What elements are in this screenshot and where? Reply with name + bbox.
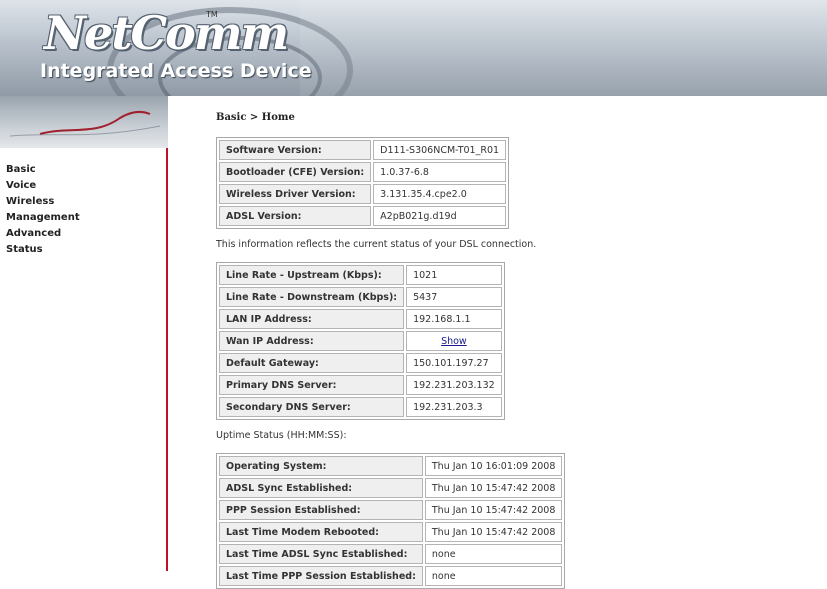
table-row: Line Rate - Upstream (Kbps): 1021: [219, 265, 502, 285]
primary-dns-label: Primary DNS Server:: [219, 375, 405, 395]
adsl-sync-label: ADSL Sync Established:: [219, 478, 423, 498]
table-row: Default Gateway: 150.101.197.27: [219, 353, 502, 373]
ppp-session-label: PPP Session Established:: [219, 500, 423, 520]
version-table: Software Version: D111-S306NCM-T01_R01 B…: [216, 137, 510, 229]
table-row: ADSL Sync Established: Thu Jan 10 15:47:…: [219, 478, 563, 498]
dsl-status-description: This information reflects the current st…: [216, 239, 537, 250]
os-uptime-value: Thu Jan 10 16:01:09 2008: [424, 456, 563, 476]
table-row: Last Time Modem Rebooted: Thu Jan 10 15:…: [219, 522, 563, 542]
sidebar-header-graphic: [0, 96, 168, 148]
table-row: Wireless Driver Version: 3.131.35.4.cpe2…: [219, 184, 507, 204]
wan-ip-value-cell: Show: [406, 331, 502, 351]
adsl-sync-value: Thu Jan 10 15:47:42 2008: [424, 478, 563, 498]
product-subtitle: Integrated Access Device: [40, 60, 312, 82]
main-content: Basic > Home Software Version: D111-S306…: [216, 112, 816, 589]
netcomm-logo: NetComm: [44, 6, 289, 60]
secondary-dns-label: Secondary DNS Server:: [219, 397, 405, 417]
downstream-rate-value: 5437: [406, 287, 502, 307]
sidebar-item-basic[interactable]: Basic: [6, 162, 80, 178]
bootloader-version-label: Bootloader (CFE) Version:: [219, 162, 372, 182]
primary-dns-value: 192.231.203.132: [406, 375, 502, 395]
signature-swirl-icon: [9, 110, 161, 137]
table-row: PPP Session Established: Thu Jan 10 15:4…: [219, 500, 563, 520]
wireless-driver-version-label: Wireless Driver Version:: [219, 184, 372, 204]
ppp-session-value: Thu Jan 10 15:47:42 2008: [424, 500, 563, 520]
sidebar: Basic Voice Wireless Management Advanced…: [0, 148, 168, 571]
os-uptime-label: Operating System:: [219, 456, 423, 476]
table-row: Secondary DNS Server: 192.231.203.3: [219, 397, 502, 417]
connection-table: Line Rate - Upstream (Kbps): 1021 Line R…: [216, 262, 505, 420]
default-gateway-label: Default Gateway:: [219, 353, 405, 373]
adsl-version-label: ADSL Version:: [219, 206, 372, 226]
default-gateway-value: 150.101.197.27: [406, 353, 502, 373]
software-version-label: Software Version:: [219, 140, 372, 160]
uptime-table: Operating System: Thu Jan 10 16:01:09 20…: [216, 453, 566, 589]
table-row: Wan IP Address: Show: [219, 331, 502, 351]
sidebar-item-management[interactable]: Management: [6, 210, 80, 226]
bootloader-version-value: 1.0.37-6.8: [373, 162, 507, 182]
last-reboot-value: Thu Jan 10 15:47:42 2008: [424, 522, 563, 542]
last-adsl-sync-label: Last Time ADSL Sync Established:: [219, 544, 423, 564]
table-row: Last Time PPP Session Established: none: [219, 566, 563, 586]
table-row: Bootloader (CFE) Version: 1.0.37-6.8: [219, 162, 507, 182]
wan-ip-label: Wan IP Address:: [219, 331, 405, 351]
upstream-rate-value: 1021: [406, 265, 502, 285]
table-row: Primary DNS Server: 192.231.203.132: [219, 375, 502, 395]
table-row: Operating System: Thu Jan 10 16:01:09 20…: [219, 456, 563, 476]
upstream-rate-label: Line Rate - Upstream (Kbps):: [219, 265, 405, 285]
uptime-status-heading: Uptime Status (HH:MM:SS):: [216, 430, 347, 441]
downstream-rate-label: Line Rate - Downstream (Kbps):: [219, 287, 405, 307]
header-banner: NetComm TM Integrated Access Device: [0, 0, 827, 96]
table-row: Software Version: D111-S306NCM-T01_R01: [219, 140, 507, 160]
table-row: ADSL Version: A2pB021g.d19d: [219, 206, 507, 226]
lan-ip-value: 192.168.1.1: [406, 309, 502, 329]
sidebar-item-status[interactable]: Status: [6, 242, 80, 258]
table-row: Line Rate - Downstream (Kbps): 5437: [219, 287, 502, 307]
table-row: Last Time ADSL Sync Established: none: [219, 544, 563, 564]
last-adsl-sync-value: none: [424, 544, 563, 564]
last-ppp-session-label: Last Time PPP Session Established:: [219, 566, 423, 586]
sidebar-item-wireless[interactable]: Wireless: [6, 194, 80, 210]
wan-ip-show-link[interactable]: Show: [441, 336, 467, 347]
secondary-dns-value: 192.231.203.3: [406, 397, 502, 417]
software-version-value: D111-S306NCM-T01_R01: [373, 140, 507, 160]
lan-ip-label: LAN IP Address:: [219, 309, 405, 329]
wireless-driver-version-value: 3.131.35.4.cpe2.0: [373, 184, 507, 204]
adsl-version-value: A2pB021g.d19d: [373, 206, 507, 226]
trademark-mark: TM: [206, 10, 218, 19]
table-row: LAN IP Address: 192.168.1.1: [219, 309, 502, 329]
sidebar-item-advanced[interactable]: Advanced: [6, 226, 80, 242]
last-reboot-label: Last Time Modem Rebooted:: [219, 522, 423, 542]
last-ppp-session-value: none: [424, 566, 563, 586]
sidebar-item-voice[interactable]: Voice: [6, 178, 80, 194]
sidebar-nav: Basic Voice Wireless Management Advanced…: [6, 162, 80, 258]
breadcrumb: Basic > Home: [216, 112, 295, 123]
